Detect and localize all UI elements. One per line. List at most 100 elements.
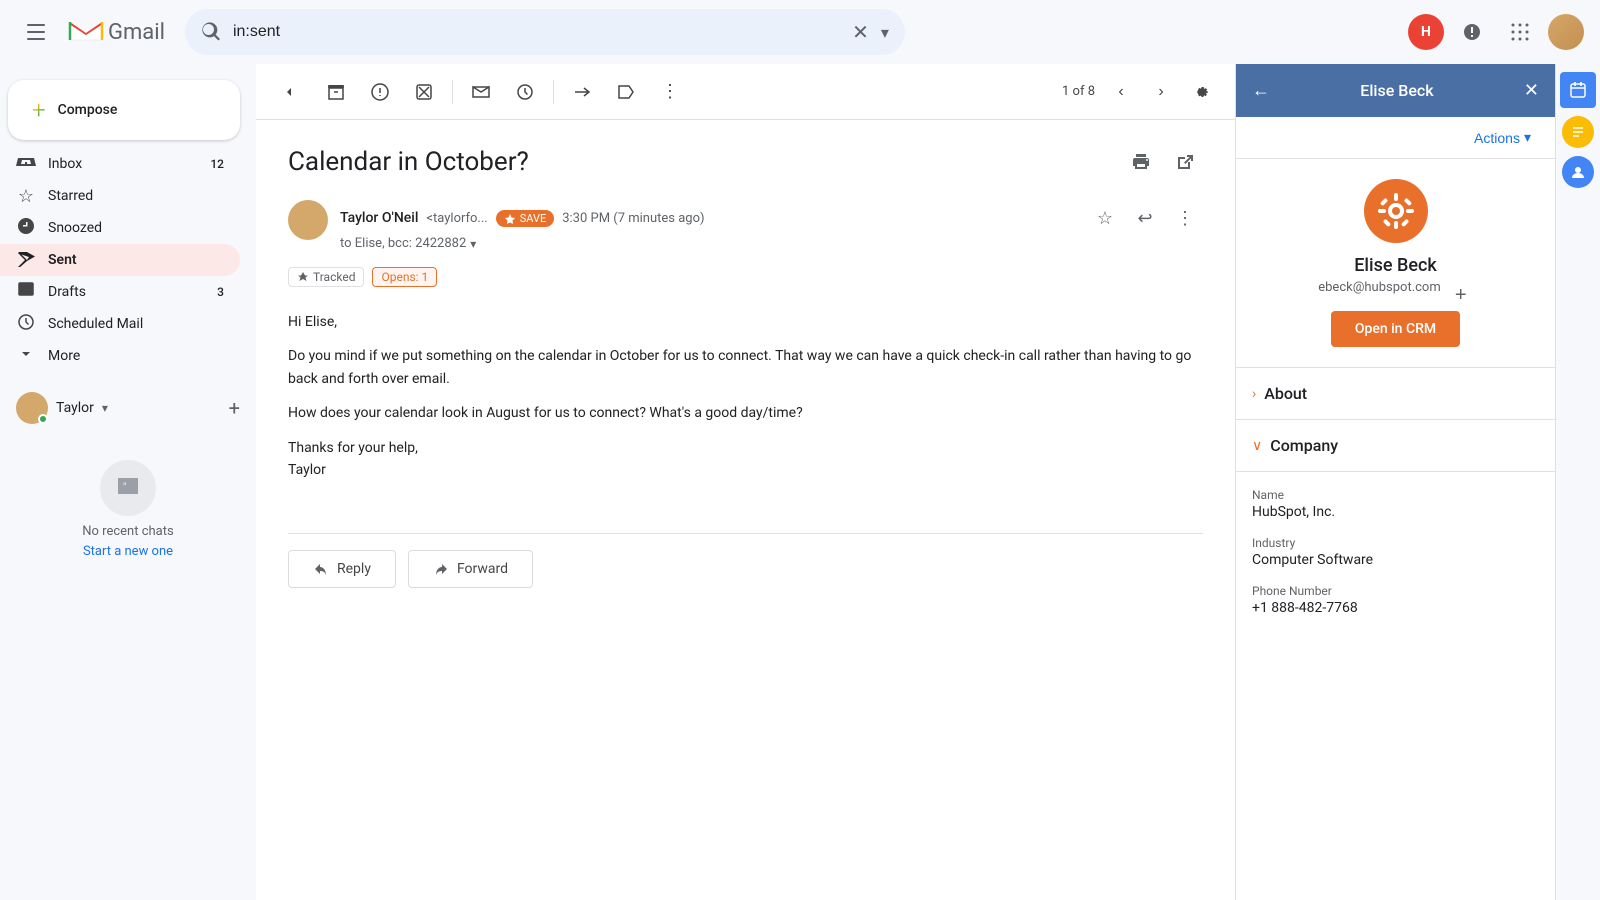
user-dropdown-icon[interactable]: ▾ [102, 401, 108, 415]
email-toolbar: ⋮ 1 of 8 ‹ › [256, 64, 1235, 120]
start-new-chat-link[interactable]: Start a new one [83, 544, 173, 559]
forward-button[interactable]: Forward [408, 550, 533, 588]
report-spam-button[interactable] [360, 72, 400, 112]
actions-label: Actions [1474, 130, 1520, 146]
search-input[interactable] [233, 23, 840, 41]
sidebar-item-more[interactable]: More [0, 340, 240, 372]
prev-email-button[interactable]: ‹ [1103, 74, 1139, 110]
body-paragraph-2: How does your calendar look in August fo… [288, 402, 1203, 424]
compose-plus-icon: + [32, 96, 46, 124]
apps-button[interactable] [1500, 12, 1540, 52]
about-section-header[interactable]: › About [1236, 368, 1555, 420]
contact-info: Elise Beck ebeck@hubspot.com + Open in C… [1236, 159, 1555, 368]
move-button[interactable] [562, 72, 602, 112]
contact-header-back-button[interactable]: ← [1252, 80, 1270, 101]
mark-unread-button[interactable] [461, 72, 501, 112]
add-to-contacts-button[interactable]: + [1449, 284, 1473, 308]
company-name-field: Name HubSpot, Inc. [1252, 488, 1539, 520]
next-email-button[interactable]: › [1143, 74, 1179, 110]
contact-email: ebeck@hubspot.com [1318, 280, 1441, 295]
sidebar-user-avatar [16, 392, 48, 424]
label-button[interactable] [606, 72, 646, 112]
email-meta: Taylor O'Neil <taylorfo... SAVE 3:30 PM … [340, 200, 1203, 251]
reply-button[interactable]: Reply [288, 550, 396, 588]
open-crm-button[interactable]: Open in CRM [1331, 311, 1460, 347]
hamburger-button[interactable] [16, 12, 56, 52]
sidebar-item-sent[interactable]: Sent [0, 244, 240, 276]
email-to-text: to Elise, bcc: 2422882 [340, 236, 466, 251]
more-options-button[interactable]: ⋮ [650, 72, 690, 112]
notification-avatar: H [1408, 14, 1444, 50]
help-button[interactable] [1452, 12, 1492, 52]
reply-quick-button[interactable]: ↩ [1127, 200, 1163, 236]
starred-icon: ☆ [16, 186, 36, 207]
drafts-badge: 3 [217, 285, 224, 299]
email-time: 3:30 PM (7 minutes ago) [562, 211, 704, 226]
reply-label: Reply [337, 561, 371, 577]
topbar-right: H [1408, 12, 1584, 52]
industry-label: Industry [1252, 536, 1539, 550]
search-clear-icon[interactable]: ✕ [852, 20, 869, 44]
company-section-title: Company [1270, 436, 1338, 455]
back-button[interactable] [272, 72, 312, 112]
starred-label: Starred [48, 188, 224, 204]
compose-button[interactable]: + Compose [8, 80, 240, 140]
sidebar-user[interactable]: Taylor ▾ + [0, 380, 256, 436]
hubspot-topbar-icon[interactable]: H [1408, 14, 1444, 50]
more-icon [16, 345, 36, 368]
actions-dropdown-icon: ▾ [1524, 129, 1531, 146]
user-avatar[interactable] [1548, 14, 1584, 50]
no-chats-section: " No recent chats Start a new one [0, 436, 256, 583]
search-bar: ✕ ▾ [185, 9, 905, 55]
print-button[interactable] [1123, 144, 1159, 180]
sidebar-item-snoozed[interactable]: Snoozed [0, 212, 240, 244]
phone-field: Phone Number +1 888-482-7768 [1252, 584, 1539, 616]
sidebar-user-name: Taylor [56, 400, 94, 416]
settings-button[interactable] [1183, 74, 1219, 110]
drafts-icon [16, 281, 36, 304]
opens-badge: Opens: 1 [372, 267, 437, 287]
about-chevron-icon: › [1252, 386, 1256, 402]
save-label: SAVE [520, 212, 547, 225]
star-button[interactable]: ☆ [1087, 200, 1123, 236]
contacts-button[interactable] [1562, 156, 1594, 188]
contact-header-name: Elise Beck [1278, 81, 1516, 100]
scheduled-label: Scheduled Mail [48, 316, 224, 332]
tasks-button[interactable] [1562, 116, 1594, 148]
add-user-icon[interactable]: + [229, 396, 240, 420]
sender-avatar [288, 200, 328, 240]
search-icon[interactable] [201, 22, 221, 42]
sidebar-item-scheduled[interactable]: Scheduled Mail [0, 308, 240, 340]
archive-button[interactable] [316, 72, 356, 112]
calendar-button[interactable]: 31 [1560, 72, 1596, 108]
sidebar-item-starred[interactable]: ☆ Starred [0, 180, 240, 212]
email-to-dropdown-icon[interactable]: ▾ [470, 237, 476, 251]
tracked-label: Tracked [313, 270, 355, 284]
main-layout: + Compose Inbox 12 ☆ Starred Snoozed [0, 64, 1600, 900]
email-to-row: to Elise, bcc: 2422882 ▾ [340, 236, 1203, 251]
no-chats-text: No recent chats [16, 524, 240, 539]
hubspot-avatar [1364, 179, 1428, 243]
contact-header: ← Elise Beck ✕ [1236, 64, 1555, 117]
company-name-value: HubSpot, Inc. [1252, 504, 1539, 520]
svg-text:": " [123, 482, 126, 493]
sidebar-item-drafts[interactable]: Drafts 3 [0, 276, 240, 308]
actions-button[interactable]: Actions ▾ [1466, 125, 1539, 150]
content-area: ⋮ 1 of 8 ‹ › Calendar in October? [256, 64, 1235, 900]
body-greeting: Hi Elise, [288, 311, 1203, 333]
about-section-title: About [1264, 384, 1307, 403]
sent-label: Sent [48, 252, 224, 268]
search-dropdown-icon[interactable]: ▾ [881, 23, 889, 42]
industry-field: Industry Computer Software [1252, 536, 1539, 568]
inbox-icon [16, 152, 36, 177]
open-in-new-button[interactable] [1167, 144, 1203, 180]
company-section-header[interactable]: ∨ Company [1236, 420, 1555, 472]
snooze-button[interactable] [505, 72, 545, 112]
contact-header-close-button[interactable]: ✕ [1524, 80, 1539, 101]
delete-button[interactable] [404, 72, 444, 112]
sidebar-item-inbox[interactable]: Inbox 12 [0, 148, 240, 180]
sidebar: + Compose Inbox 12 ☆ Starred Snoozed [0, 64, 256, 900]
topbar: Gmail ✕ ▾ H [0, 0, 1600, 64]
save-badge[interactable]: SAVE [496, 210, 555, 227]
more-email-options-button[interactable]: ⋮ [1167, 200, 1203, 236]
